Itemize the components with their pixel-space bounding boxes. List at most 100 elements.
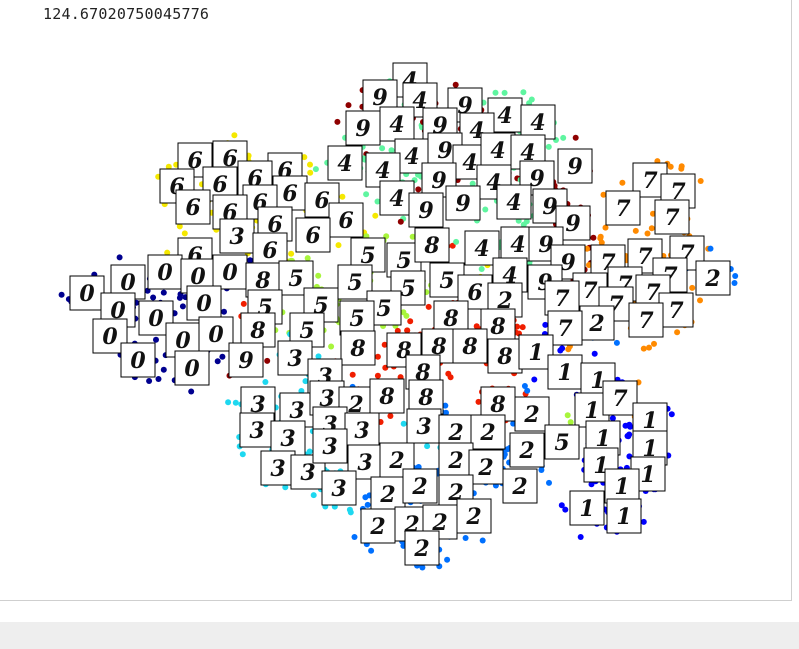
scatter-point [407, 318, 414, 325]
scatter-point [613, 339, 620, 346]
digit-thumbnail-6: 6 [272, 175, 308, 211]
scatter-point [640, 345, 647, 352]
thumbnail-digit: 5 [439, 268, 454, 294]
scatter-point [188, 388, 195, 395]
thumbnail-digit: 9 [437, 138, 452, 164]
thumbnail-digit: 0 [175, 328, 191, 354]
scatter-point [425, 303, 432, 310]
scatter-point [646, 344, 652, 351]
scatter-point [374, 372, 381, 379]
digit-thumbnail-9: 9 [228, 342, 264, 378]
scatter-point [388, 147, 395, 154]
thumbnail-digit: 1 [616, 504, 631, 530]
thumbnail-digit: 3 [322, 434, 337, 460]
notebook-bottom-band [0, 622, 799, 649]
thumbnail-digit: 9 [418, 198, 433, 224]
scatter-point [312, 166, 319, 173]
thumbnail-digit: 8 [442, 306, 458, 332]
thumbnail-digit: 2 [447, 448, 463, 474]
thumbnail-digit: 9 [565, 211, 580, 237]
digit-thumbnail-1: 1 [604, 468, 640, 504]
digit-thumbnail-3: 3 [321, 470, 357, 506]
thumbnail-digit: 1 [642, 408, 657, 434]
scatter-point [307, 169, 314, 176]
digit-thumbnail-6: 6 [328, 202, 364, 238]
scatter-point [387, 413, 394, 419]
thumbnail-digit: 1 [557, 360, 572, 386]
thumbnail-digit: 7 [557, 316, 573, 342]
scatter-point [400, 420, 407, 427]
scatter-point [632, 227, 639, 234]
digit-thumbnail-2: 2 [438, 442, 474, 478]
digit-thumbnail-2: 2 [402, 468, 438, 504]
thumbnail-digit: 0 [148, 306, 164, 332]
scatter-point [304, 255, 311, 262]
digit-thumbnail-2: 2 [514, 396, 550, 432]
scatter-point [262, 379, 269, 385]
scatter-point [372, 212, 379, 219]
digit-thumbnail-2: 2 [695, 260, 731, 296]
digit-thumbnail-1: 1 [547, 354, 583, 390]
scatter-point [58, 291, 65, 298]
scatter-point [240, 300, 247, 307]
digit-thumbnail-6: 6 [175, 189, 211, 225]
digit-thumbnail-2: 2 [509, 432, 545, 468]
scatter-point [626, 421, 633, 428]
scatter-point [310, 492, 317, 499]
digit-thumbnail-3: 3 [260, 450, 296, 486]
thumbnail-digit: 4 [506, 190, 521, 216]
thumbnail-digit: 4 [497, 103, 512, 129]
thumbnail-digit: 3 [289, 398, 304, 424]
scatter-point [542, 321, 549, 328]
digit-thumbnail-9: 9 [557, 148, 593, 184]
thumbnail-digit: 2 [465, 504, 481, 530]
thumbnail-digit: 0 [196, 291, 212, 317]
thumbnail-digit: 8 [489, 392, 505, 418]
scatter-point [424, 443, 431, 450]
thumbnail-digit: 5 [400, 276, 415, 302]
thumbnail-digit: 0 [222, 260, 238, 286]
digit-thumbnail-3: 3 [239, 412, 275, 448]
digit-thumbnail-2: 2 [502, 468, 538, 504]
digit-thumbnail-7: 7 [628, 302, 664, 338]
digit-thumbnail-3: 3 [277, 340, 313, 376]
thumbnail-digit: 0 [102, 324, 118, 350]
scatter-point [150, 294, 157, 301]
scatter-point [577, 534, 584, 540]
thumbnail-digit: 8 [349, 336, 365, 362]
thumbnail-digit: 2 [588, 311, 604, 337]
scatter-point [335, 242, 342, 249]
scatter-point [179, 303, 186, 310]
scatter-point [558, 502, 565, 509]
thumbnail-digit: 1 [614, 474, 629, 500]
thumbnail-digit: 3 [270, 456, 285, 482]
digit-thumbnail-9: 9 [345, 110, 381, 146]
scatter-point [528, 96, 535, 103]
scatter-point [181, 230, 188, 237]
scatter-point [644, 230, 651, 237]
thumbnail-digit: 0 [208, 322, 224, 348]
thumbnail-digit: 3 [354, 418, 369, 444]
thumbnail-digit: 2 [477, 455, 493, 481]
scatter-point [146, 378, 153, 384]
thumbnail-digit: 5 [299, 318, 314, 344]
scatter-point [707, 245, 714, 252]
digit-thumbnail-2: 2 [579, 305, 615, 341]
thumbnail-digit: 8 [423, 233, 439, 259]
scatter-point [731, 280, 738, 286]
digit-thumbnail-2: 2 [370, 476, 406, 512]
digit-thumbnail-0: 0 [69, 275, 105, 311]
thumbnail-digit: 6 [282, 181, 297, 207]
scatter-point [444, 556, 451, 563]
scatter-point [247, 257, 254, 264]
digit-thumbnail-0: 0 [186, 285, 222, 321]
digit-thumbnail-2: 2 [404, 530, 440, 566]
scatter-point [264, 357, 271, 364]
scatter-point [214, 358, 221, 365]
scatter-point [288, 250, 295, 257]
digit-thumbnail-0: 0 [120, 342, 156, 378]
scatter-point [689, 284, 696, 291]
digit-thumbnail-0: 0 [174, 350, 210, 386]
scatter-point [231, 132, 238, 139]
thumbnail-digit: 1 [584, 398, 599, 424]
